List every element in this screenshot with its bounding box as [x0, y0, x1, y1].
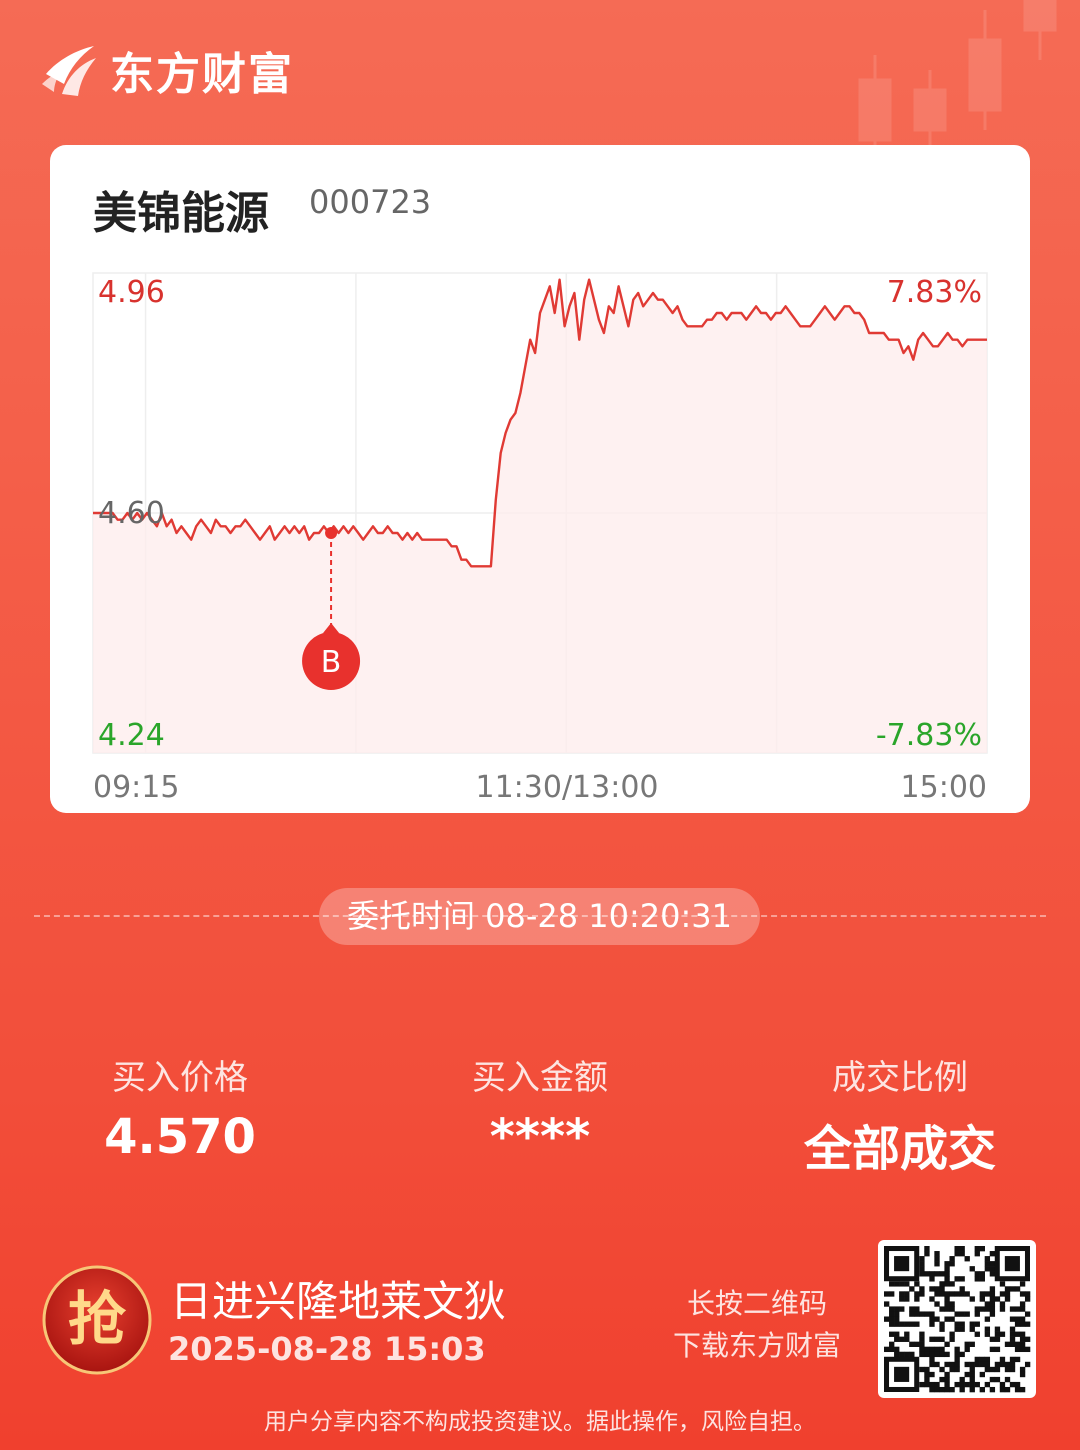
price-area-fill: [93, 279, 987, 753]
price-mid-label: 4.60: [98, 496, 165, 531]
time-end-label: 15:00: [901, 770, 987, 805]
intraday-chart: B 4.96 4.60 4.24 7.83% -7.83% 09:15 11:3…: [92, 272, 988, 805]
time-start-label: 09:15: [93, 770, 179, 805]
stat-buy-price: 买入价格 4.570: [40, 1050, 320, 1165]
pct-low-label: -7.83%: [876, 718, 982, 753]
user-name: 日进兴隆地莱文狄: [170, 1277, 507, 1326]
price-low-label: 4.24: [98, 718, 165, 753]
stat-label: 成交比例: [832, 1058, 968, 1098]
stat-value: 4.570: [104, 1109, 256, 1165]
stat-value: ****: [489, 1109, 591, 1165]
svg-text:抢: 抢: [68, 1285, 127, 1353]
brand-name: 东方财富: [110, 49, 294, 100]
stat-label: 买入价格: [112, 1058, 248, 1098]
price-high-label: 4.96: [98, 275, 165, 310]
stat-value: 全部成交: [803, 1121, 996, 1177]
stat-fill-ratio: 成交比例 全部成交: [760, 1050, 1040, 1179]
entrust-time-pill: 委托时间 08-28 10:20:31: [319, 888, 760, 945]
qr-code-icon: [884, 1246, 1031, 1393]
marker-label: B: [321, 645, 342, 680]
stat-buy-amount: 买入金额 ****: [400, 1050, 680, 1165]
disclaimer: 用户分享内容不构成投资建议。据此操作，风险自担。: [264, 1409, 816, 1435]
qr-code[interactable]: [878, 1240, 1036, 1398]
marker-dot: [325, 527, 338, 539]
share-timestamp: 2025-08-28 15:03: [168, 1330, 486, 1368]
grab-badge-icon: 抢: [42, 1265, 152, 1375]
qr-hint-line2: 下载东方财富: [672, 1329, 841, 1362]
stat-label: 买入金额: [472, 1058, 608, 1098]
pct-high-label: 7.83%: [887, 275, 982, 310]
brand-logo-icon: [42, 46, 96, 96]
qr-hint-line1: 长按二维码: [686, 1287, 827, 1320]
time-mid-label: 11:30/13:00: [475, 770, 658, 805]
stock-chart-card: 美锦能源 000723 B 4.96 4.60 4.24 7.83% -7.83…: [50, 145, 1030, 813]
brand-header: 东方财富: [40, 38, 294, 102]
qr-hint: 长按二维码 下载东方财富: [652, 1283, 862, 1367]
